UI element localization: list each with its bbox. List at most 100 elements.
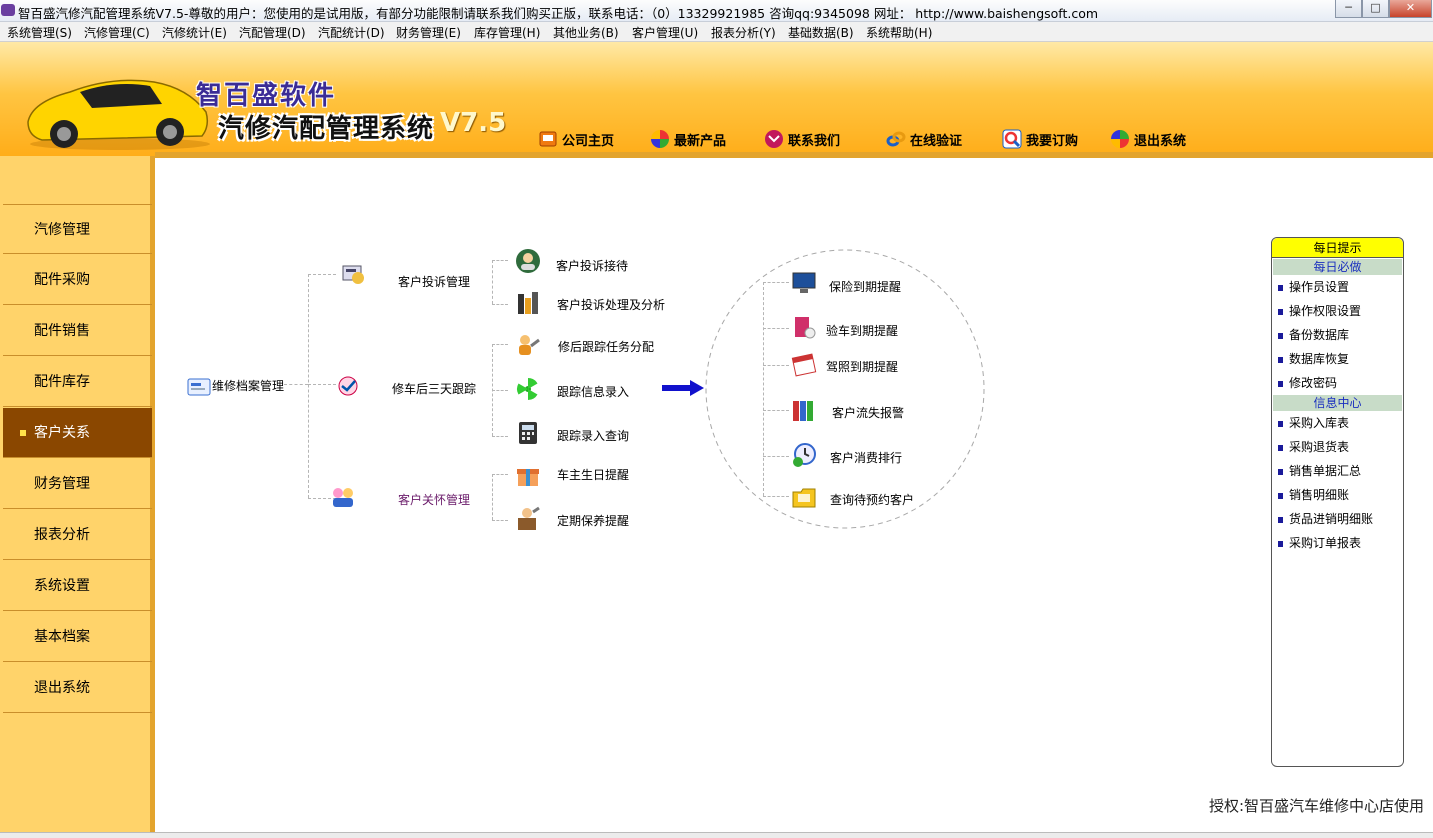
menu-other[interactable]: 其他业务(B) [553, 24, 619, 41]
tips-item[interactable]: 操作权限设置 [1278, 302, 1361, 319]
close-button[interactable]: ✕ [1389, 0, 1432, 18]
sidebar-item-customer[interactable]: 客户关系 [3, 408, 152, 458]
tips-item[interactable]: 采购退货表 [1278, 438, 1349, 455]
menu-basedata[interactable]: 基础数据(B) [788, 24, 854, 41]
circle-license[interactable]: 驾照到期提醒 [826, 358, 898, 375]
connector [308, 274, 336, 275]
tips-item[interactable]: 货品进销明细账 [1278, 510, 1373, 527]
menu-finance[interactable]: 财务管理(E) [396, 24, 461, 41]
archive-card-icon [187, 378, 211, 396]
connector [492, 304, 508, 305]
tips-section-info: 信息中心 [1273, 395, 1402, 411]
app-icon [1, 4, 15, 16]
connector [492, 344, 508, 345]
sidebar-item-repair[interactable]: 汽修管理 [3, 204, 152, 254]
connector [763, 456, 789, 457]
group-complaint-label[interactable]: 客户投诉管理 [398, 273, 470, 290]
group-care-label[interactable]: 客户关怀管理 [398, 491, 470, 508]
magnifier-icon [1002, 129, 1022, 149]
sidebar-item-sales[interactable]: 配件销售 [3, 306, 152, 356]
tips-section-daily: 每日必做 [1273, 259, 1402, 275]
connector [763, 410, 789, 411]
nav-verify[interactable]: 在线验证 [886, 128, 962, 150]
leaf-track-query[interactable]: 跟踪录入查询 [557, 427, 629, 444]
tips-item[interactable]: 采购入库表 [1278, 414, 1349, 431]
connector [492, 260, 508, 261]
menu-parts[interactable]: 汽配管理(D) [239, 24, 306, 41]
title-bar: 智百盛汽修汽配管理系统V7.5-尊敬的用户：您使用的是试用版，有部分功能限制请联… [0, 0, 1433, 22]
circle-insurance[interactable]: 保险到期提醒 [829, 278, 901, 295]
maximize-button[interactable]: □ [1362, 0, 1389, 18]
daily-tips-panel: 每日提示 每日必做 操作员设置 操作权限设置 备份数据库 数据库恢复 修改密码 … [1271, 237, 1404, 767]
flow-root-label[interactable]: 维修档案管理 [212, 377, 284, 394]
nav-exit[interactable]: 退出系统 [1110, 128, 1186, 150]
tips-item[interactable]: 采购订单报表 [1278, 534, 1361, 551]
menu-repair-stats[interactable]: 汽修统计(E) [162, 24, 227, 41]
gift-icon [517, 469, 539, 486]
brand-version: V7.5 [440, 108, 507, 138]
license-text: 授权:智百盛汽车维修中心店使用 [1208, 797, 1424, 815]
radiation-icon [517, 378, 538, 400]
sidebar-item-finance[interactable]: 财务管理 [3, 459, 152, 509]
sidebar-item-archive[interactable]: 基本档案 [3, 612, 152, 662]
minimize-button[interactable]: ─ [1335, 0, 1362, 18]
window-title: 智百盛汽修汽配管理系统V7.5-尊敬的用户：您使用的是试用版，有部分功能限制请联… [18, 6, 1099, 21]
tips-item[interactable]: 数据库恢复 [1278, 350, 1349, 367]
sidebar-item-settings[interactable]: 系统设置 [3, 561, 152, 611]
pinwheel-icon [650, 129, 670, 149]
reception-icon [516, 249, 540, 273]
nav-order-label: 我要订购 [1026, 133, 1079, 149]
menu-reports[interactable]: 报表分析(Y) [711, 24, 776, 41]
binders-icon [793, 401, 813, 421]
nav-new-products-label: 最新产品 [674, 133, 727, 149]
sidebar-item-reports[interactable]: 报表分析 [3, 510, 152, 560]
nav-order[interactable]: 我要订购 [1002, 128, 1078, 150]
tips-item[interactable]: 操作员设置 [1278, 278, 1349, 295]
group-tracking-label[interactable]: 修车后三天跟踪 [392, 380, 476, 397]
monitor-icon [792, 272, 816, 293]
sidebar-item-stock[interactable]: 配件库存 [3, 357, 152, 407]
circle-appointment[interactable]: 查询待预约客户 [830, 491, 914, 508]
connector [284, 384, 308, 385]
leaf-analysis[interactable]: 客户投诉处理及分析 [557, 296, 665, 313]
nav-home-label: 公司主页 [562, 133, 615, 149]
sidebar-item-purchase[interactable]: 配件采购 [3, 255, 152, 305]
menu-inventory[interactable]: 库存管理(H) [474, 24, 540, 41]
nav-exit-label: 退出系统 [1134, 133, 1187, 149]
nav-contact[interactable]: 联系我们 [764, 128, 840, 150]
tips-item[interactable]: 备份数据库 [1278, 326, 1349, 343]
leaf-track-entry[interactable]: 跟踪信息录入 [557, 383, 629, 400]
menu-repair[interactable]: 汽修管理(C) [84, 24, 150, 41]
connector [308, 274, 309, 498]
menu-customer[interactable]: 客户管理(U) [632, 24, 698, 41]
nav-contact-label: 联系我们 [788, 133, 841, 149]
circle-inspection[interactable]: 验车到期提醒 [826, 322, 898, 339]
connector [763, 282, 789, 283]
tips-item[interactable]: 修改密码 [1278, 374, 1337, 391]
nav-new-products[interactable]: 最新产品 [650, 128, 726, 150]
connector [492, 436, 508, 437]
leaf-maintenance[interactable]: 定期保养提醒 [557, 512, 629, 529]
menu-help[interactable]: 系统帮助(H) [866, 24, 932, 41]
leaf-task-assign[interactable]: 修后跟踪任务分配 [558, 338, 654, 355]
leaf-birthday[interactable]: 车主生日提醒 [557, 466, 629, 483]
inspection-icon [795, 317, 816, 339]
sidebar: 汽修管理 配件采购 配件销售 配件库存 客户关系 财务管理 报表分析 系统设置 … [0, 156, 155, 838]
tips-item[interactable]: 销售单据汇总 [1278, 462, 1361, 479]
tips-title: 每日提示 [1272, 238, 1403, 258]
menu-parts-stats[interactable]: 汽配统计(D) [318, 24, 385, 41]
leaf-reception[interactable]: 客户投诉接待 [556, 257, 628, 274]
connector [763, 282, 764, 496]
connector [492, 474, 493, 520]
menu-system[interactable]: 系统管理(S) [7, 24, 72, 41]
circle-ranking[interactable]: 客户消费排行 [830, 449, 902, 466]
tips-item[interactable]: 销售明细账 [1278, 486, 1349, 503]
connector [492, 474, 508, 475]
connector [492, 260, 493, 304]
connector [763, 365, 789, 366]
tracking-icon [338, 376, 358, 396]
nav-home[interactable]: 公司主页 [538, 128, 614, 150]
circle-churn[interactable]: 客户流失报警 [832, 404, 904, 421]
sidebar-item-exit[interactable]: 退出系统 [3, 663, 152, 713]
status-bar [0, 832, 1433, 838]
